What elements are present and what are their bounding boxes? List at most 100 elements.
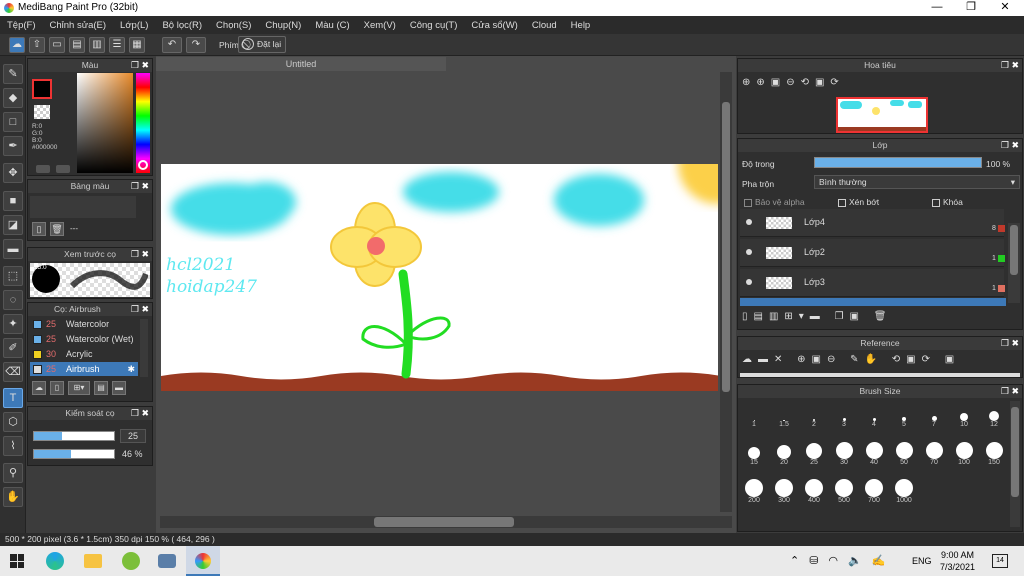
brush-size-option[interactable]: 40 — [860, 439, 888, 469]
move-tool-icon[interactable]: ✥ — [3, 163, 23, 183]
lock-checkbox[interactable]: Khóa — [932, 197, 963, 207]
maximize-button[interactable]: ❐ — [954, 0, 988, 16]
clock[interactable]: 9:00 AM 7/3/2021 — [940, 549, 975, 573]
brush-size-option[interactable]: 5 — [890, 401, 918, 431]
brush-size-option[interactable]: 500 — [830, 477, 858, 507]
selected-layer-row[interactable] — [740, 298, 1006, 306]
app-icon-green[interactable] — [122, 552, 140, 570]
brush-size-slider[interactable] — [33, 431, 115, 441]
brush-item-watercolor-wet[interactable]: 25 Watercolor (Wet) — [30, 332, 138, 346]
menu-filter[interactable]: Bộ lọc(R) — [155, 20, 209, 31]
panel-close-icon[interactable]: ❐ ✖ — [131, 303, 149, 316]
saturation-picker[interactable] — [77, 73, 133, 173]
navigator-zoom-icons[interactable]: ⊕⊕▣⊖⟲▣⟳ — [742, 77, 845, 88]
clipping-checkbox[interactable]: Xén bớt — [838, 197, 879, 207]
undo-icon[interactable]: ↶ — [162, 37, 182, 53]
panel-close-icon[interactable]: ❐ ✖ — [131, 407, 149, 420]
comment-icon[interactable]: ▤ — [69, 37, 85, 53]
brush-tool-icon[interactable]: ✎ — [3, 64, 23, 84]
brush-size-option[interactable]: 2 — [800, 401, 828, 431]
brush-size-option[interactable]: 150 — [980, 439, 1008, 469]
document-tab[interactable]: Untitled — [156, 57, 446, 71]
grid-icon[interactable]: ▦ — [129, 37, 145, 53]
blend-mode-select[interactable]: Bình thường ▾ — [814, 175, 1020, 189]
rect-tool-icon[interactable]: □ — [3, 112, 23, 132]
brush-size-option[interactable]: 7 — [920, 401, 948, 431]
panel-close-icon[interactable]: ❐ ✖ — [1001, 385, 1019, 398]
panel-close-icon[interactable]: ❐ ✖ — [1001, 337, 1019, 350]
bucket-tool-icon[interactable]: ◪ — [3, 215, 23, 235]
chat-icon[interactable]: ▭ — [49, 37, 65, 53]
brush-size-option[interactable]: 700 — [860, 477, 888, 507]
dropper-pen-icon[interactable]: ⌇ — [3, 436, 23, 456]
menu-window[interactable]: Cửa sổ(W) — [464, 20, 524, 31]
brush-size-option[interactable]: 100 — [950, 439, 978, 469]
brush-size-option[interactable]: 12 — [980, 401, 1008, 431]
hue-handle[interactable] — [138, 160, 148, 170]
brush-size-option[interactable]: 1 — [740, 401, 768, 431]
camera-app-icon[interactable] — [158, 554, 176, 568]
transparent-color[interactable] — [34, 105, 50, 119]
brush-size-option[interactable]: 25 — [800, 439, 828, 469]
hue-slider[interactable] — [136, 73, 150, 173]
new-brush-icon[interactable]: ▯ — [50, 381, 64, 395]
fill-rect-tool-icon[interactable]: ■ — [3, 191, 23, 211]
menu-cloud[interactable]: Cloud — [525, 20, 564, 31]
brush-size-option[interactable]: 300 — [770, 477, 798, 507]
brush-settings-icon[interactable]: ▤ — [94, 381, 108, 395]
panel-close-icon[interactable]: ❐ ✖ — [131, 180, 149, 193]
layer-scrollbar[interactable] — [1008, 223, 1020, 303]
hand-tool-icon[interactable]: ✋ — [3, 487, 23, 507]
brush-size-option[interactable]: 400 — [800, 477, 828, 507]
brush-size-value[interactable]: 25 — [120, 429, 146, 443]
eyedropper-icon[interactable]: ⚲ — [3, 463, 23, 483]
brush-size-option[interactable]: 30 — [830, 439, 858, 469]
color-add-button[interactable] — [36, 165, 50, 173]
eraser-tool-icon[interactable]: ◆ — [3, 88, 23, 108]
tray-icons[interactable]: ⌃⛁◠🔈✍ — [790, 554, 895, 567]
brush-size-option[interactable]: 20 — [770, 439, 798, 469]
close-button[interactable]: ✕ — [988, 0, 1022, 16]
brush-size-option[interactable]: 10 — [950, 401, 978, 431]
panel-close-icon[interactable]: ❐ ✖ — [131, 248, 149, 261]
brush-size-option[interactable]: 1000 — [890, 477, 918, 507]
redo-icon[interactable]: ↷ — [186, 37, 206, 53]
brush-size-option[interactable]: 70 — [920, 439, 948, 469]
pen-tool-icon[interactable]: ✒ — [3, 136, 23, 156]
select-eraser-icon[interactable]: ⌫ — [3, 362, 23, 382]
select-pen-icon[interactable]: ✐ — [3, 338, 23, 358]
cloud-icon[interactable]: ☁ — [9, 37, 25, 53]
navigator-thumbnail[interactable] — [836, 97, 928, 133]
language-indicator[interactable]: ENG — [912, 556, 932, 566]
file-explorer-icon[interactable] — [84, 554, 102, 568]
brush-item-watercolor[interactable]: 25 Watercolor — [30, 317, 138, 331]
medibang-taskbar-button[interactable] — [186, 546, 220, 576]
brush-size-scrollbar[interactable] — [1010, 401, 1020, 527]
brush-item-airbrush[interactable]: 25 Airbrush ✱ — [30, 362, 138, 376]
minimize-button[interactable]: — — [920, 0, 954, 16]
color-swap-button[interactable] — [56, 165, 70, 173]
vertical-scrollbar[interactable] — [720, 72, 732, 512]
panel-close-icon[interactable]: ❐ ✖ — [1001, 59, 1019, 72]
palette-list[interactable] — [30, 196, 136, 218]
menu-edit[interactable]: Chỉnh sửa(E) — [43, 20, 114, 31]
menu-select[interactable]: Chọn(S) — [209, 20, 258, 31]
brush-list-scrollbar[interactable] — [140, 319, 148, 377]
brush-item-acrylic[interactable]: 30 Acrylic — [30, 347, 138, 361]
cloud-brush-icon[interactable]: ☁ — [32, 381, 46, 395]
menu-snap[interactable]: Chụp(N) — [258, 20, 308, 31]
document-icon[interactable]: ▥ — [89, 37, 105, 53]
notification-icon[interactable]: 14 — [992, 554, 1008, 568]
menu-file[interactable]: Tệp(F) — [0, 20, 43, 31]
lasso-icon[interactable]: ◌ — [3, 290, 23, 310]
select-rect-icon[interactable]: ⬚ — [3, 266, 23, 286]
reference-tool-icons[interactable]: ☁▬✕ ⊕▣⊖ ✎✋ ⟲▣⟳ ▣ — [742, 354, 960, 365]
layer-row[interactable]: Lớp2 1 — [740, 239, 1005, 267]
panel-close-icon[interactable]: ❐ ✖ — [131, 59, 149, 72]
upload-icon[interactable]: ⇧ — [29, 37, 45, 53]
menu-help[interactable]: Help — [564, 20, 598, 31]
brush-size-option[interactable]: 15 — [740, 439, 768, 469]
layer-row[interactable]: Lớp3 1 — [740, 269, 1005, 297]
brush-size-option[interactable]: 1.5 — [770, 401, 798, 431]
new-palette-icon[interactable]: ▯ — [32, 222, 46, 236]
